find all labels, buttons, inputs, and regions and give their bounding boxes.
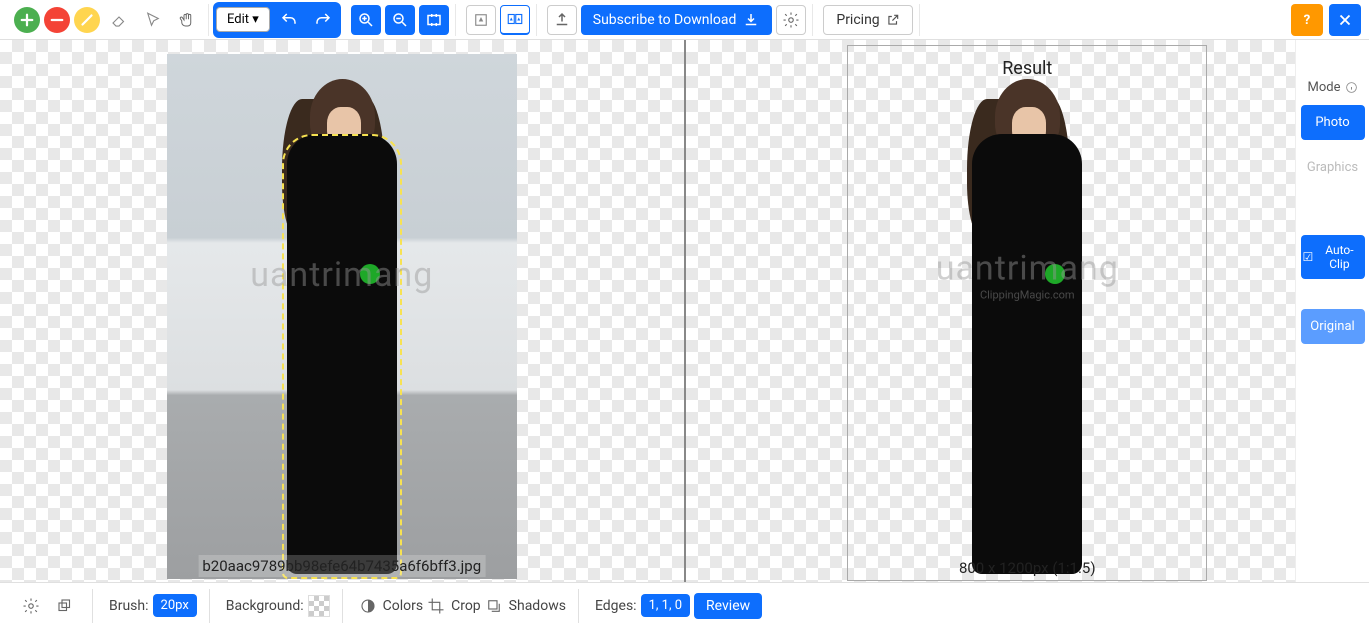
- pricing-button[interactable]: Pricing: [823, 5, 912, 35]
- crop-icon: [427, 597, 445, 615]
- layers-button[interactable]: [50, 591, 80, 621]
- keep-mark-dot: [360, 264, 380, 284]
- hair-mark-button[interactable]: [74, 7, 100, 33]
- single-view-button[interactable]: [466, 5, 496, 35]
- check-icon: ☑: [1303, 250, 1314, 264]
- question-icon: ?: [1304, 13, 1311, 28]
- zoom-out-button[interactable]: [385, 5, 415, 35]
- main-canvas-area: Original + Marks uantrimang b20aac9789bb…: [0, 40, 1369, 582]
- download-icon: [742, 11, 760, 29]
- result-subject: [937, 79, 1117, 579]
- pointer-icon: [144, 11, 162, 29]
- view-group: [460, 4, 537, 36]
- zoom-in-button[interactable]: [351, 5, 381, 35]
- mark-tools-group: [8, 4, 209, 36]
- mode-photo-button[interactable]: Photo: [1301, 105, 1365, 140]
- original-image: uantrimang b20aac9789bb98efe64b7435a6f6b…: [167, 54, 517, 579]
- brush-value[interactable]: 20px: [153, 594, 197, 617]
- pointer-button[interactable]: [138, 5, 168, 35]
- mode-label: Mode: [1308, 80, 1358, 95]
- crop-button[interactable]: Crop: [427, 597, 481, 615]
- background-swatch[interactable]: [308, 595, 330, 617]
- edit-strip: Edit ▾: [213, 2, 341, 38]
- fit-icon: [425, 11, 443, 29]
- background-label: Background:: [226, 598, 304, 614]
- keep-mark-dot: [1045, 264, 1065, 284]
- slash-icon: [78, 11, 96, 29]
- export-group: Subscribe to Download: [541, 4, 814, 36]
- fit-button[interactable]: [419, 5, 449, 35]
- single-view-icon: [472, 11, 490, 29]
- eraser-button[interactable]: [104, 5, 134, 35]
- autoclip-button[interactable]: ☑ Auto-Clip: [1301, 235, 1365, 279]
- edit-dropdown[interactable]: Edit ▾: [216, 7, 270, 32]
- original-panel[interactable]: Original + Marks uantrimang b20aac9789bb…: [0, 40, 686, 582]
- original-toggle-button[interactable]: Original: [1301, 309, 1365, 344]
- remove-mark-button[interactable]: [44, 7, 70, 33]
- eraser-icon: [110, 11, 128, 29]
- bottom-settings-group: [10, 589, 93, 623]
- top-right-group: ?: [1291, 4, 1361, 36]
- right-side-panel: Mode Photo Graphics ☑ Auto-Clip Original: [1295, 40, 1369, 628]
- top-toolbar: Edit ▾ Subscribe to: [0, 0, 1369, 40]
- shadows-button[interactable]: Shadows: [485, 597, 566, 615]
- layers-icon: [56, 597, 74, 615]
- dimensions-label: 800 x 1200px (1:1.5): [959, 559, 1096, 577]
- gear-icon: [22, 597, 40, 615]
- background-group: Background:: [220, 589, 343, 623]
- edges-group: Edges: 1, 1, 0 Review: [589, 589, 774, 623]
- brush-label: Brush:: [109, 598, 149, 614]
- review-button[interactable]: Review: [694, 593, 762, 619]
- settings-button[interactable]: [16, 591, 46, 621]
- hand-icon: [178, 11, 196, 29]
- result-panel[interactable]: Result uantrimang ClippingMagic.com 800 …: [686, 40, 1369, 582]
- result-image: uantrimang ClippingMagic.com 800 x 1200p…: [852, 54, 1202, 579]
- info-icon: [1345, 81, 1358, 94]
- subscribe-download-button[interactable]: Subscribe to Download: [581, 5, 773, 35]
- adjust-group: Colors Crop Shadows: [353, 589, 579, 623]
- gear-icon: [782, 11, 800, 29]
- brush-group: Brush: 20px: [103, 589, 210, 623]
- mode-graphics-button[interactable]: Graphics: [1301, 150, 1365, 185]
- upload-icon: [553, 11, 571, 29]
- redo-button[interactable]: [308, 5, 338, 35]
- close-icon: [1336, 11, 1354, 29]
- subject-silhouette: [252, 79, 432, 579]
- edges-label: Edges:: [595, 598, 637, 614]
- pricing-group: Pricing: [817, 4, 919, 36]
- split-view-button[interactable]: [500, 5, 530, 35]
- plus-icon: [18, 11, 36, 29]
- edges-value[interactable]: 1, 1, 0: [641, 594, 690, 617]
- undo-icon: [280, 11, 298, 29]
- help-button[interactable]: ?: [1291, 4, 1323, 36]
- zoom-group: [345, 4, 456, 36]
- pricing-label: Pricing: [836, 12, 879, 28]
- chevron-down-icon: ▾: [252, 12, 259, 27]
- pan-button[interactable]: [172, 5, 202, 35]
- colors-button[interactable]: Colors: [359, 597, 423, 615]
- shadows-icon: [485, 597, 503, 615]
- split-view-icon: [506, 10, 524, 28]
- external-link-icon: [886, 13, 900, 27]
- minus-icon: [48, 11, 66, 29]
- keep-mark-button[interactable]: [14, 7, 40, 33]
- settings-gear-button[interactable]: [776, 5, 806, 35]
- redo-icon: [314, 11, 332, 29]
- bottom-toolbar: Brush: 20px Background: Colors Crop Shad…: [0, 582, 1369, 628]
- colors-icon: [359, 597, 377, 615]
- close-button[interactable]: [1329, 4, 1361, 36]
- edit-dropdown-label: Edit: [227, 12, 249, 27]
- filename-label: b20aac9789bb98efe64b7435a6f6bff3.jpg: [198, 555, 485, 577]
- zoom-out-icon: [391, 11, 409, 29]
- upload-button[interactable]: [547, 5, 577, 35]
- subscribe-label: Subscribe to Download: [593, 12, 737, 28]
- undo-button[interactable]: [274, 5, 304, 35]
- zoom-in-icon: [357, 11, 375, 29]
